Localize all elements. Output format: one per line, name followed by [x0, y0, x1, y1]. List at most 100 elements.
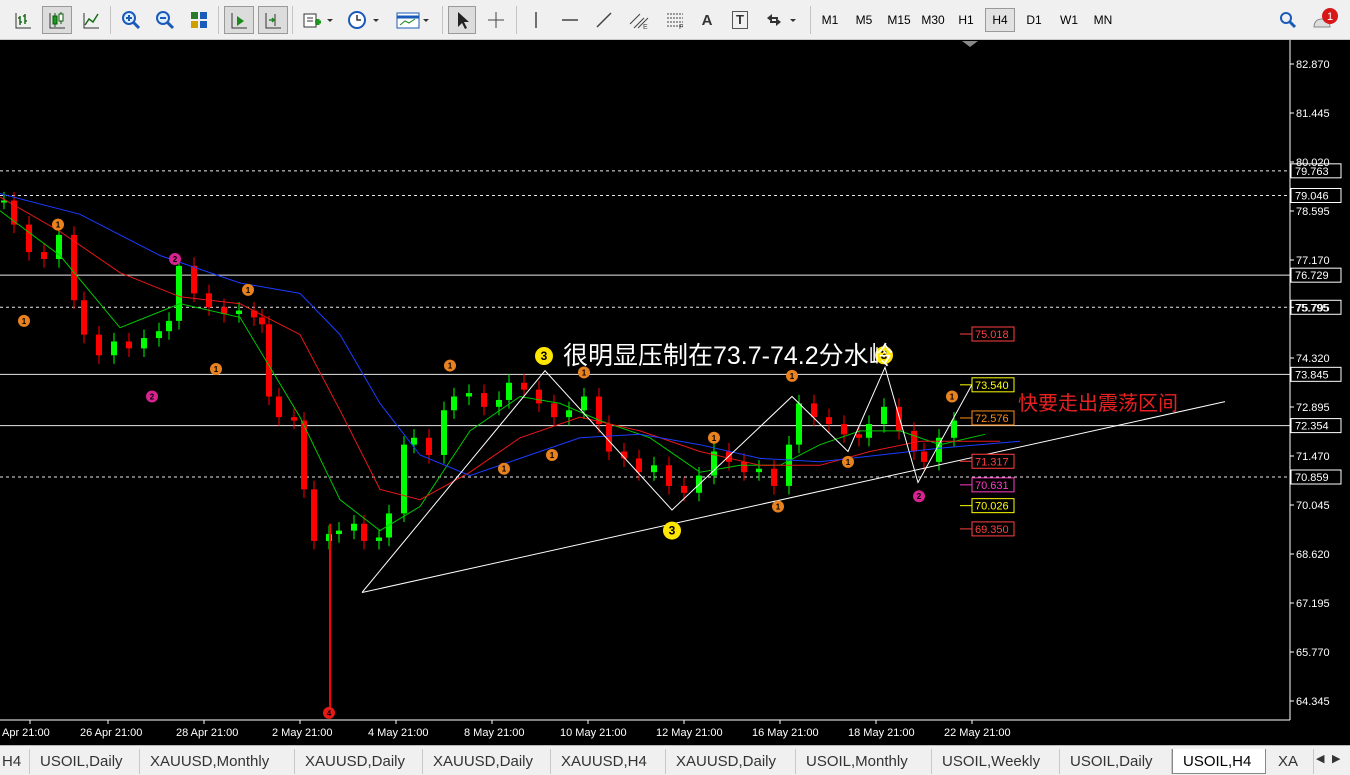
wave-marker-3-title-label: 3 [541, 349, 548, 363]
candle-body [166, 320, 172, 332]
tab-usoil-weekly[interactable]: USOIL,Weekly [932, 749, 1060, 774]
tile-windows-icon[interactable] [184, 6, 214, 34]
annotation-main: 很明显压制在73.7-74.2分水岭 [563, 342, 894, 370]
candle-body [441, 410, 447, 455]
candle-body [796, 403, 802, 445]
timeframe-h1[interactable]: H1 [953, 8, 979, 32]
tab-xauusd-daily-3[interactable]: XAUUSD,Daily [666, 749, 796, 774]
annotations: 3 很明显压制在73.7-74.2分水岭 快要走出震荡区间 [535, 342, 1178, 415]
wave-marker-1-label: 1 [214, 365, 219, 374]
price-chart[interactable]: 79.763 79.046 76.729 75.795 73.845 72.354 70.8… [0, 40, 1350, 745]
fibonacci-icon[interactable]: F [660, 6, 690, 34]
horizontal-levels: 79.76379.04676.72975.79573.84572.35470.8… [0, 163, 1342, 485]
trendline-icon[interactable] [590, 6, 618, 34]
equidistant-channel-icon[interactable]: E [624, 6, 654, 34]
candlestick-icon[interactable] [42, 6, 72, 34]
timeframe-d1[interactable]: D1 [1021, 8, 1047, 32]
wave-marker-2-label: 2 [917, 492, 922, 501]
notification-icon[interactable]: 1 [1308, 6, 1342, 34]
chart-shift-icon[interactable] [258, 6, 288, 34]
price-tick-label: 64.345 [1296, 696, 1330, 708]
timeframe-m5[interactable]: M5 [850, 8, 878, 32]
candle-body [111, 341, 117, 356]
vertical-line-icon[interactable] [522, 6, 550, 34]
candle-body [466, 393, 472, 397]
tab-usoil-h4[interactable]: USOIL,H4 [1172, 749, 1266, 774]
indicators-icon[interactable] [298, 6, 338, 34]
bar-chart-icon[interactable] [8, 6, 38, 34]
target-label: 70.631 [975, 480, 1009, 492]
candle-body [301, 420, 307, 490]
zoom-in-icon[interactable] [116, 6, 146, 34]
tab-h4-partial[interactable]: H4 [0, 749, 30, 774]
tab-xauusd-daily[interactable]: XAUUSD,Daily [295, 749, 423, 774]
wave-marker-1-label: 1 [448, 362, 453, 371]
tab-xauusd-daily-2[interactable]: XAUUSD,Daily [423, 749, 551, 774]
timeframe-m30[interactable]: M30 [917, 8, 949, 32]
wave-marker-4-label: 4 [327, 709, 332, 718]
search-icon[interactable] [1274, 6, 1302, 34]
candle-body [951, 420, 957, 438]
tab-scroll-right-icon[interactable]: ▶ [1332, 752, 1340, 765]
candle-body [426, 437, 432, 455]
level-label: 72.354 [1295, 421, 1329, 433]
timeframe-mn[interactable]: MN [1088, 8, 1118, 32]
notification-count: 1 [1327, 11, 1333, 23]
chart-tabs: H4 USOIL,Daily XAUUSD,Monthly XAUUSD,Dai… [0, 745, 1350, 775]
candle-body [176, 265, 182, 321]
target-label: 73.540 [975, 380, 1009, 392]
tab-xauusd-monthly[interactable]: XAUUSD,Monthly [140, 749, 295, 774]
horizontal-line-icon[interactable] [556, 6, 584, 34]
tab-xauusd-h4[interactable]: XAUUSD,H4 [551, 749, 666, 774]
candle-body [521, 382, 527, 390]
level-label: 70.859 [1295, 472, 1329, 484]
crosshair-icon[interactable] [482, 6, 510, 34]
arrows-icon[interactable] [760, 6, 802, 34]
wave-markers: 1122111111111121334 [18, 218, 958, 719]
tab-xa-partial[interactable]: XA [1268, 749, 1314, 774]
tab-usoil-daily[interactable]: USOIL,Daily [30, 749, 140, 774]
timeframe-m15[interactable]: M15 [883, 8, 915, 32]
price-tick-label: 68.620 [1296, 549, 1330, 561]
cursor-icon[interactable] [448, 6, 476, 34]
text-label-icon[interactable]: T [726, 6, 754, 34]
auto-scroll-icon[interactable] [224, 6, 254, 34]
timeframe-h4[interactable]: H4 [985, 8, 1015, 32]
timeframe-m1[interactable]: M1 [816, 8, 844, 32]
candle-body [581, 396, 587, 411]
time-tick-label: 22 May 21:00 [944, 727, 1011, 739]
templates-icon[interactable] [392, 6, 434, 34]
candle-body [566, 410, 572, 418]
time-tick-label: 12 May 21:00 [656, 727, 723, 739]
chart-shift-marker [962, 41, 978, 47]
target-label: 71.317 [975, 456, 1009, 468]
target-labels: 75.018 73.540 72.576 71.317 70.631 70.026 69.3… [960, 326, 1015, 537]
candle-body [126, 341, 132, 349]
periodicity-clock-icon[interactable] [344, 6, 384, 34]
candle-body [276, 396, 282, 418]
tab-usoil-monthly[interactable]: USOIL,Monthly [796, 749, 932, 774]
text-tool-icon[interactable]: A [694, 6, 720, 34]
level-label: 73.845 [1295, 369, 1329, 381]
zoom-out-icon[interactable] [150, 6, 180, 34]
line-chart-icon[interactable] [76, 6, 106, 34]
price-axis: 82.870 81.445 80.020 78.595 77.170 75.795 74.3… [0, 40, 1330, 721]
candle-body [636, 458, 642, 473]
chart-canvas[interactable]: 79.76379.04676.72975.79573.84572.35470.8… [0, 40, 1350, 745]
wave-marker-2-label: 2 [173, 255, 178, 264]
candle-body [881, 406, 887, 425]
main-toolbar: E F A T M1 M5 M15 M30 H1 H4 D1 W1 MN 1 [0, 0, 1350, 40]
tab-scroll-left-icon[interactable]: ◀ [1316, 752, 1324, 765]
support-trendline [361, 401, 1226, 594]
svg-text:E: E [643, 24, 648, 30]
candle-body [756, 468, 762, 473]
level-label: 79.046 [1295, 190, 1329, 202]
wave-marker-1-label: 1 [502, 465, 507, 474]
wave-marker-1-label: 1 [246, 286, 251, 295]
candle-body [771, 468, 777, 486]
tab-usoil-daily-2[interactable]: USOIL,Daily [1060, 749, 1172, 774]
timeframe-w1[interactable]: W1 [1055, 8, 1083, 32]
price-tick-label: 71.470 [1296, 451, 1330, 463]
time-tick-label: 10 May 21:00 [560, 727, 627, 739]
price-tick-label: 72.895 [1296, 402, 1330, 414]
